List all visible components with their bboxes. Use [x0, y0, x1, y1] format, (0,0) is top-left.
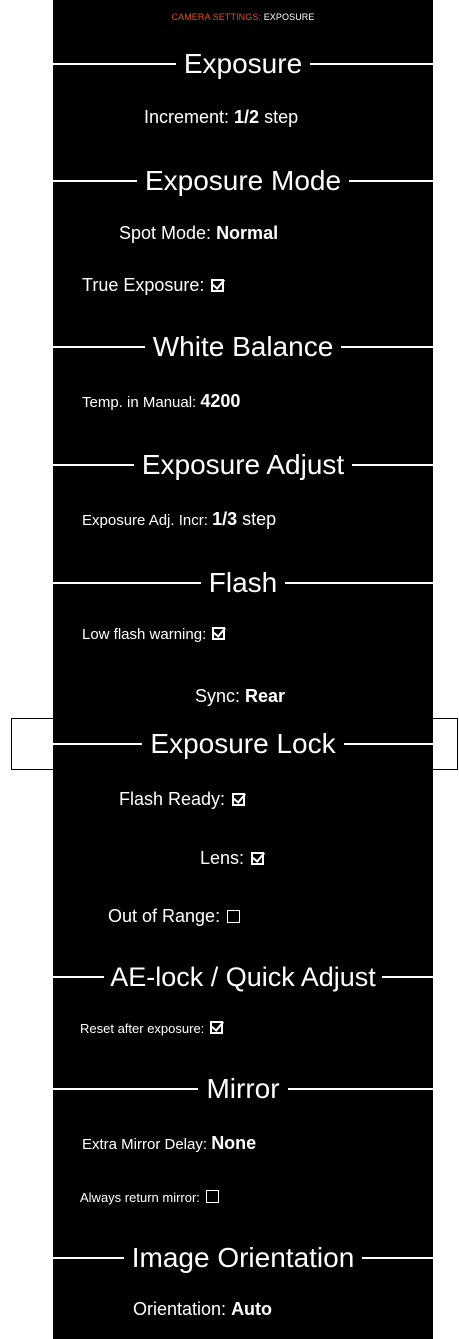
section-exposure-adjust: Exposure Adjust	[53, 443, 433, 487]
increment-unit: step	[259, 107, 299, 127]
section-exposure-mode: Exposure Mode	[53, 159, 434, 203]
lens-label: Lens:	[200, 848, 245, 868]
low-flash-warning-setting[interactable]: Low flash warning:	[82, 620, 226, 650]
always-return-mirror-label: Always return mirror:	[80, 1190, 200, 1205]
breadcrumb: CAMERA SETTINGS: EXPOSURE	[53, 0, 433, 34]
section-title-mirror: Mirror	[206, 1073, 280, 1104]
section-image-orientation: Image Orientation	[53, 1236, 434, 1280]
flash-ready-setting[interactable]: Flash Ready:	[119, 784, 246, 814]
out-of-range-checkbox[interactable]	[227, 910, 241, 923]
section-title-white-balance: White Balance	[152, 331, 334, 362]
section-title-ae-lock: AE-lock / Quick Adjust	[110, 962, 376, 992]
section-exposure-lock: Exposure Lock	[53, 722, 433, 766]
divider-left	[53, 1257, 124, 1259]
divider-left	[53, 346, 145, 348]
divider-left	[53, 63, 176, 65]
sync-label: Sync:	[195, 686, 246, 706]
section-ae-lock: AE-lock / Quick Adjust	[53, 955, 434, 999]
out-of-range-label: Out of Range:	[108, 906, 221, 926]
section-mirror: Mirror	[53, 1067, 433, 1111]
section-title-image-orientation: Image Orientation	[131, 1242, 355, 1273]
extra-mirror-delay-value[interactable]: None	[211, 1133, 256, 1153]
sync-setting[interactable]: Sync: Rear	[195, 681, 285, 711]
divider-right	[362, 1257, 434, 1259]
orientation-value[interactable]: Auto	[231, 1299, 272, 1319]
exposure-adj-incr-value[interactable]: 1/3	[212, 509, 237, 529]
section-title-flash: Flash	[208, 567, 278, 598]
lens-checkbox[interactable]	[251, 852, 265, 865]
orientation-label: Orientation:	[133, 1299, 232, 1319]
true-exposure-label: True Exposure:	[82, 275, 205, 295]
always-return-mirror-setting[interactable]: Always return mirror:	[80, 1183, 219, 1213]
section-flash: Flash	[53, 561, 433, 605]
temp-manual-value[interactable]: 4200	[200, 391, 240, 411]
divider-left	[53, 1088, 199, 1090]
divider-right	[343, 743, 433, 745]
section-title-exposure-adjust: Exposure Adjust	[141, 449, 345, 480]
divider-right	[381, 976, 434, 978]
breadcrumb-camera-settings: CAMERA SETTINGS:	[171, 12, 262, 22]
temp-manual-setting[interactable]: Temp. in Manual: 4200	[82, 386, 240, 416]
divider-right	[310, 63, 434, 65]
always-return-mirror-checkbox[interactable]	[205, 1190, 219, 1203]
reset-after-exposure-checkbox[interactable]	[209, 1021, 223, 1034]
section-title-exposure-mode: Exposure Mode	[144, 165, 342, 196]
low-flash-warning-label: Low flash warning:	[82, 626, 207, 643]
divider-left	[53, 582, 201, 584]
flash-ready-checkbox[interactable]	[232, 793, 246, 806]
spot-mode-value[interactable]: Normal	[216, 223, 278, 243]
increment-setting[interactable]: Increment: 1/2 step	[144, 102, 298, 132]
divider-left	[53, 464, 134, 466]
temp-manual-label: Temp. in Manual:	[82, 394, 201, 411]
divider-left	[53, 976, 105, 978]
section-exposure: Exposure	[53, 42, 434, 86]
spot-mode-label: Spot Mode:	[119, 223, 217, 243]
extra-mirror-delay-setting[interactable]: Extra Mirror Delay: None	[82, 1128, 256, 1158]
divider-right	[352, 464, 433, 466]
section-title-exposure: Exposure	[183, 48, 303, 79]
camera-settings-panel: CAMERA SETTINGS: EXPOSURE Exposure Incre…	[53, 0, 434, 1339]
divider-right	[287, 1088, 433, 1090]
exposure-adj-incr-setting[interactable]: Exposure Adj. Incr: 1/3 step	[82, 504, 276, 534]
spot-mode-setting[interactable]: Spot Mode: Normal	[119, 218, 278, 248]
extra-mirror-delay-label: Extra Mirror Delay:	[82, 1136, 212, 1153]
divider-right	[285, 582, 433, 584]
exposure-adj-incr-unit: step	[237, 509, 277, 529]
section-title-exposure-lock: Exposure Lock	[150, 728, 336, 759]
out-of-range-setting[interactable]: Out of Range:	[108, 901, 241, 931]
breadcrumb-exposure: EXPOSURE	[261, 12, 315, 22]
flash-ready-label: Flash Ready:	[119, 789, 226, 809]
sync-value[interactable]: Rear	[245, 686, 285, 706]
exposure-adj-incr-label: Exposure Adj. Incr:	[82, 512, 213, 529]
divider-right	[341, 346, 434, 348]
orientation-setting[interactable]: Orientation: Auto	[133, 1294, 272, 1324]
reset-after-exposure-setting[interactable]: Reset after exposure:	[80, 1014, 223, 1044]
true-exposure-checkbox[interactable]	[211, 279, 225, 292]
true-exposure-setting[interactable]: True Exposure:	[82, 270, 225, 300]
divider-right	[349, 180, 434, 182]
increment-value[interactable]: 1/2	[234, 107, 259, 127]
divider-left	[53, 180, 137, 182]
lens-setting[interactable]: Lens:	[200, 843, 265, 873]
section-white-balance: White Balance	[53, 325, 434, 369]
low-flash-warning-checkbox[interactable]	[212, 627, 226, 640]
increment-label: Increment:	[144, 107, 235, 127]
reset-after-exposure-label: Reset after exposure:	[80, 1021, 205, 1036]
divider-left	[53, 743, 143, 745]
